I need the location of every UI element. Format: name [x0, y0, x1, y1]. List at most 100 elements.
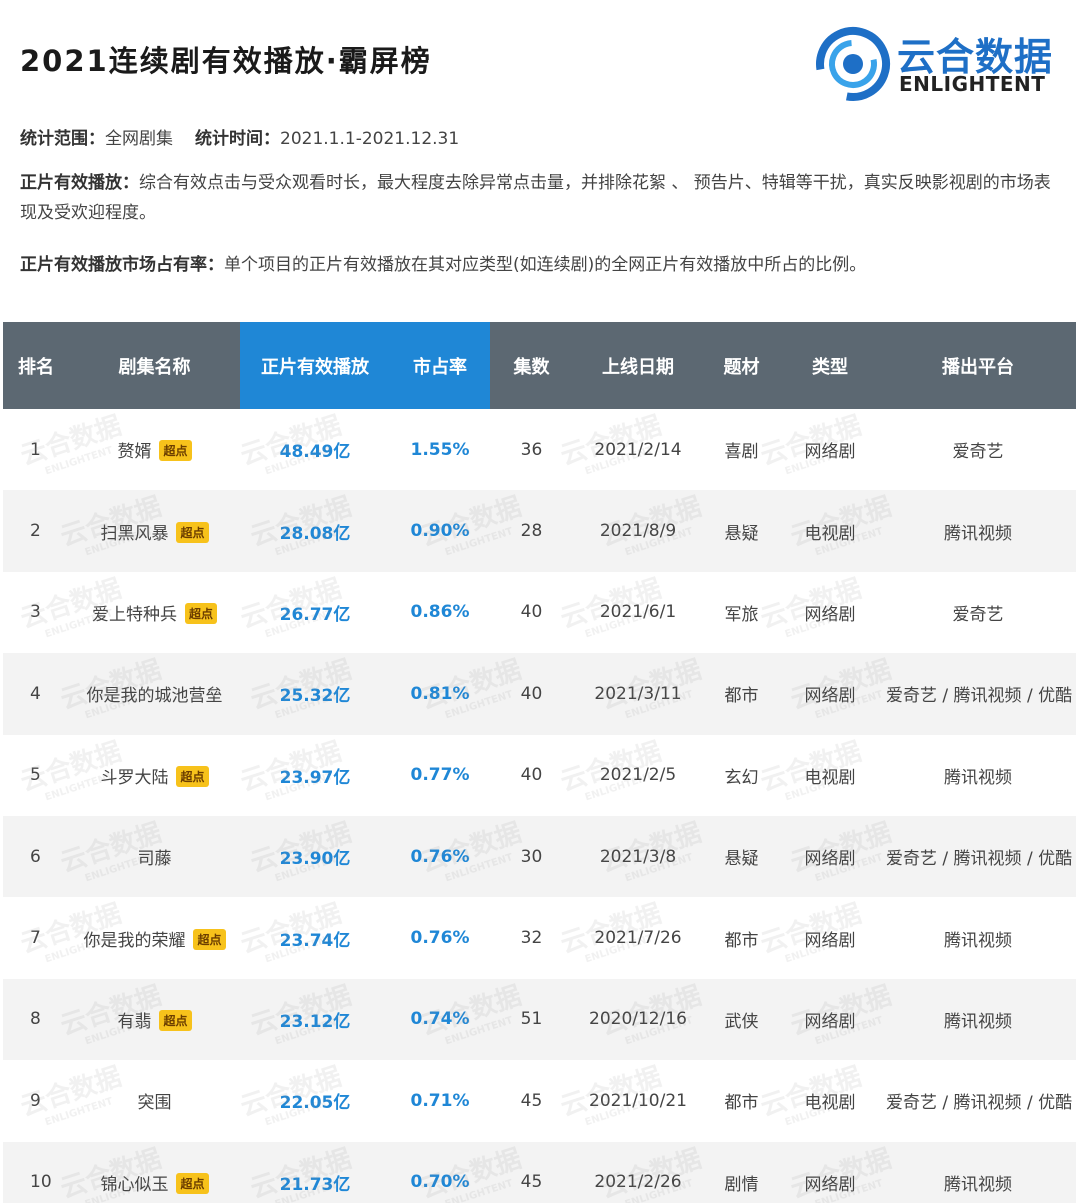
episodes-cell: 28 — [490, 490, 573, 572]
type-cell: 网络剧 — [804, 930, 856, 951]
type-cell: 网络剧 — [780, 1141, 880, 1203]
table-row: 8 有翡 超点 23.12亿 0.74% 51 2020/12/16 武侠 网络剧 腾讯视频 — [3, 978, 1076, 1061]
episodes-cell: 40 — [490, 653, 573, 735]
super-premium-badge: 超点 — [159, 1009, 192, 1031]
header-genre: 题材 — [703, 322, 780, 409]
genre-cell: 武侠 — [703, 978, 780, 1061]
show-name: 司藤 — [137, 849, 172, 870]
play-label: 正片有效播放： — [20, 173, 139, 193]
episodes-cell: 30 — [490, 815, 573, 898]
share-cell: 0.90% — [390, 490, 490, 572]
play-text: 综合有效点击与受众观看时长，最大程度去除异常点击量，并排除花絮 、 预告片、特辑… — [20, 173, 1051, 223]
type-cell: 电视剧 — [780, 490, 880, 572]
table-row: 1 赘婿 超点 48.49亿 1.55% 36 2021/2/14 喜剧 网络剧 爱奇艺 — [3, 409, 1076, 490]
type-cell: 电视剧 — [804, 767, 856, 788]
episodes-cell: 51 — [490, 978, 573, 1061]
platform-cell: 爱奇艺 / 腾讯视频 / 优酷 — [886, 1093, 1073, 1114]
table-row: 3 爱上特种兵 超点 26.77亿 0.86% 40 2021/6/1 军旅 网络剧 爱奇艺 — [3, 572, 1076, 653]
rank-cell: 8 — [3, 978, 69, 1061]
plays-cell: 23.74亿 — [279, 930, 351, 951]
show-name: 突围 — [137, 1093, 172, 1114]
share-text: 单个项目的正片有效播放在其对应类型(如连续剧)的全网正片有效播放中所占的比例。 — [224, 255, 867, 275]
share-cell: 0.81% — [390, 653, 490, 735]
genre-cell: 喜剧 — [724, 442, 759, 463]
platform-cell: 爱奇艺 / 腾讯视频 / 优酷 — [880, 815, 1076, 898]
genre-cell: 都市 — [724, 930, 759, 951]
header-rank: 排名 — [3, 322, 69, 409]
show-name: 锦心似玉 — [100, 1174, 169, 1195]
show-name: 爱上特种兵 — [91, 604, 177, 625]
name-cell: 斗罗大陆 超点 — [69, 735, 240, 816]
rank-cell: 3 — [30, 602, 41, 623]
rank-cell: 5 — [30, 765, 41, 786]
header-platform: 播出平台 — [880, 322, 1076, 409]
show-name: 你是我的荣耀 — [83, 930, 186, 951]
super-premium-badge: 超点 — [176, 765, 209, 787]
date-cell: 2021/10/21 — [589, 1090, 687, 1111]
header-plays: 正片有效播放 — [240, 322, 390, 409]
scope-value: 全网剧集 — [105, 129, 173, 149]
show-name: 有翡 — [117, 1011, 152, 1032]
name-cell: 你是我的荣耀 超点 — [69, 897, 240, 978]
header-type: 类型 — [780, 322, 880, 409]
share-cell: 0.76% — [390, 815, 490, 898]
table-row: 2 扫黑风暴 超点 28.08亿 0.90% 28 2021/8/9 悬疑 电视剧 腾讯视频 — [3, 490, 1076, 572]
show-name: 赘婿 — [117, 442, 152, 463]
episodes-cell: 40 — [520, 765, 543, 786]
share-cell: 0.70% — [390, 1141, 490, 1203]
enlightent-logo: 云合数据 ENLIGHTENT — [815, 26, 1055, 101]
name-cell: 爱上特种兵 超点 — [69, 572, 240, 653]
plays-cell: 26.77亿 — [279, 604, 351, 625]
ranking-table: 排名 剧集名称 正片有效播放 市占率 集数 上线日期 题材 类型 播出平台 1 赘… — [3, 322, 1076, 1203]
name-cell: 你是我的城池营垒 — [69, 653, 240, 735]
genre-cell: 悬疑 — [703, 815, 780, 898]
type-cell: 网络剧 — [804, 604, 856, 625]
name-cell: 司藤 — [69, 815, 240, 898]
share-label: 正片有效播放市场占有率： — [20, 255, 224, 275]
name-cell: 赘婿 超点 — [69, 409, 240, 490]
date-cell: 2021/3/8 — [573, 815, 703, 898]
plays-cell: 23.97亿 — [279, 767, 351, 788]
platform-cell: 爱奇艺 — [952, 604, 1004, 625]
episodes-cell: 45 — [490, 1141, 573, 1203]
plays-cell: 48.49亿 — [279, 442, 351, 463]
table-row: 9 突围 22.05亿 0.71% 45 2021/10/21 都市 电视剧 爱奇艺 / 腾讯视… — [3, 1060, 1076, 1141]
plays-cell: 23.12亿 — [240, 978, 390, 1061]
type-cell: 网络剧 — [780, 978, 880, 1061]
rank-cell: 2 — [3, 490, 69, 572]
header-share: 市占率 — [390, 322, 490, 409]
rank-cell: 1 — [30, 439, 41, 460]
show-name: 斗罗大陆 — [100, 767, 169, 788]
stats-scope-line: 统计范围：全网剧集 统计时间：2021.1.1-2021.12.31 — [20, 124, 1060, 154]
table-row: 7 你是我的荣耀 超点 23.74亿 0.76% 32 2021/7/26 都市 网络剧 腾讯视频 — [3, 897, 1076, 978]
type-cell: 网络剧 — [780, 815, 880, 898]
plays-cell: 25.32亿 — [240, 653, 390, 735]
rank-cell: 10 — [3, 1141, 69, 1203]
plays-cell: 21.73亿 — [240, 1141, 390, 1203]
super-premium-badge: 超点 — [159, 440, 192, 462]
date-cell: 2021/6/1 — [599, 602, 677, 623]
date-cell: 2021/2/26 — [573, 1141, 703, 1203]
logo-english-text: ENLIGHTENT — [899, 72, 1046, 96]
episodes-cell: 40 — [520, 602, 543, 623]
super-premium-badge: 超点 — [193, 928, 226, 950]
logo-ring-icon — [816, 27, 890, 101]
table-row: 4 你是我的城池营垒 25.32亿 0.81% 40 2021/3/11 都市 网络剧 爱奇艺 … — [3, 653, 1076, 735]
name-cell: 锦心似玉 超点 — [69, 1141, 240, 1203]
name-cell: 扫黑风暴 超点 — [69, 490, 240, 572]
type-cell: 网络剧 — [804, 442, 856, 463]
share-cell: 0.74% — [390, 978, 490, 1061]
rank-cell: 4 — [3, 653, 69, 735]
name-cell: 突围 — [69, 1060, 240, 1141]
genre-cell: 玄幻 — [724, 767, 759, 788]
share-cell: 0.77% — [410, 765, 470, 786]
platform-cell: 腾讯视频 — [944, 930, 1012, 951]
scope-label: 统计范围： — [20, 129, 105, 149]
header-name: 剧集名称 — [69, 322, 240, 409]
platform-cell: 腾讯视频 — [880, 490, 1076, 572]
share-cell: 0.76% — [410, 928, 470, 949]
platform-cell: 爱奇艺 / 腾讯视频 / 优酷 — [880, 653, 1076, 735]
table-row: 5 斗罗大陆 超点 23.97亿 0.77% 40 2021/2/5 玄幻 电视剧 腾讯视频 — [3, 735, 1076, 816]
platform-cell: 腾讯视频 — [880, 1141, 1076, 1203]
date-cell: 2021/2/14 — [594, 439, 682, 460]
